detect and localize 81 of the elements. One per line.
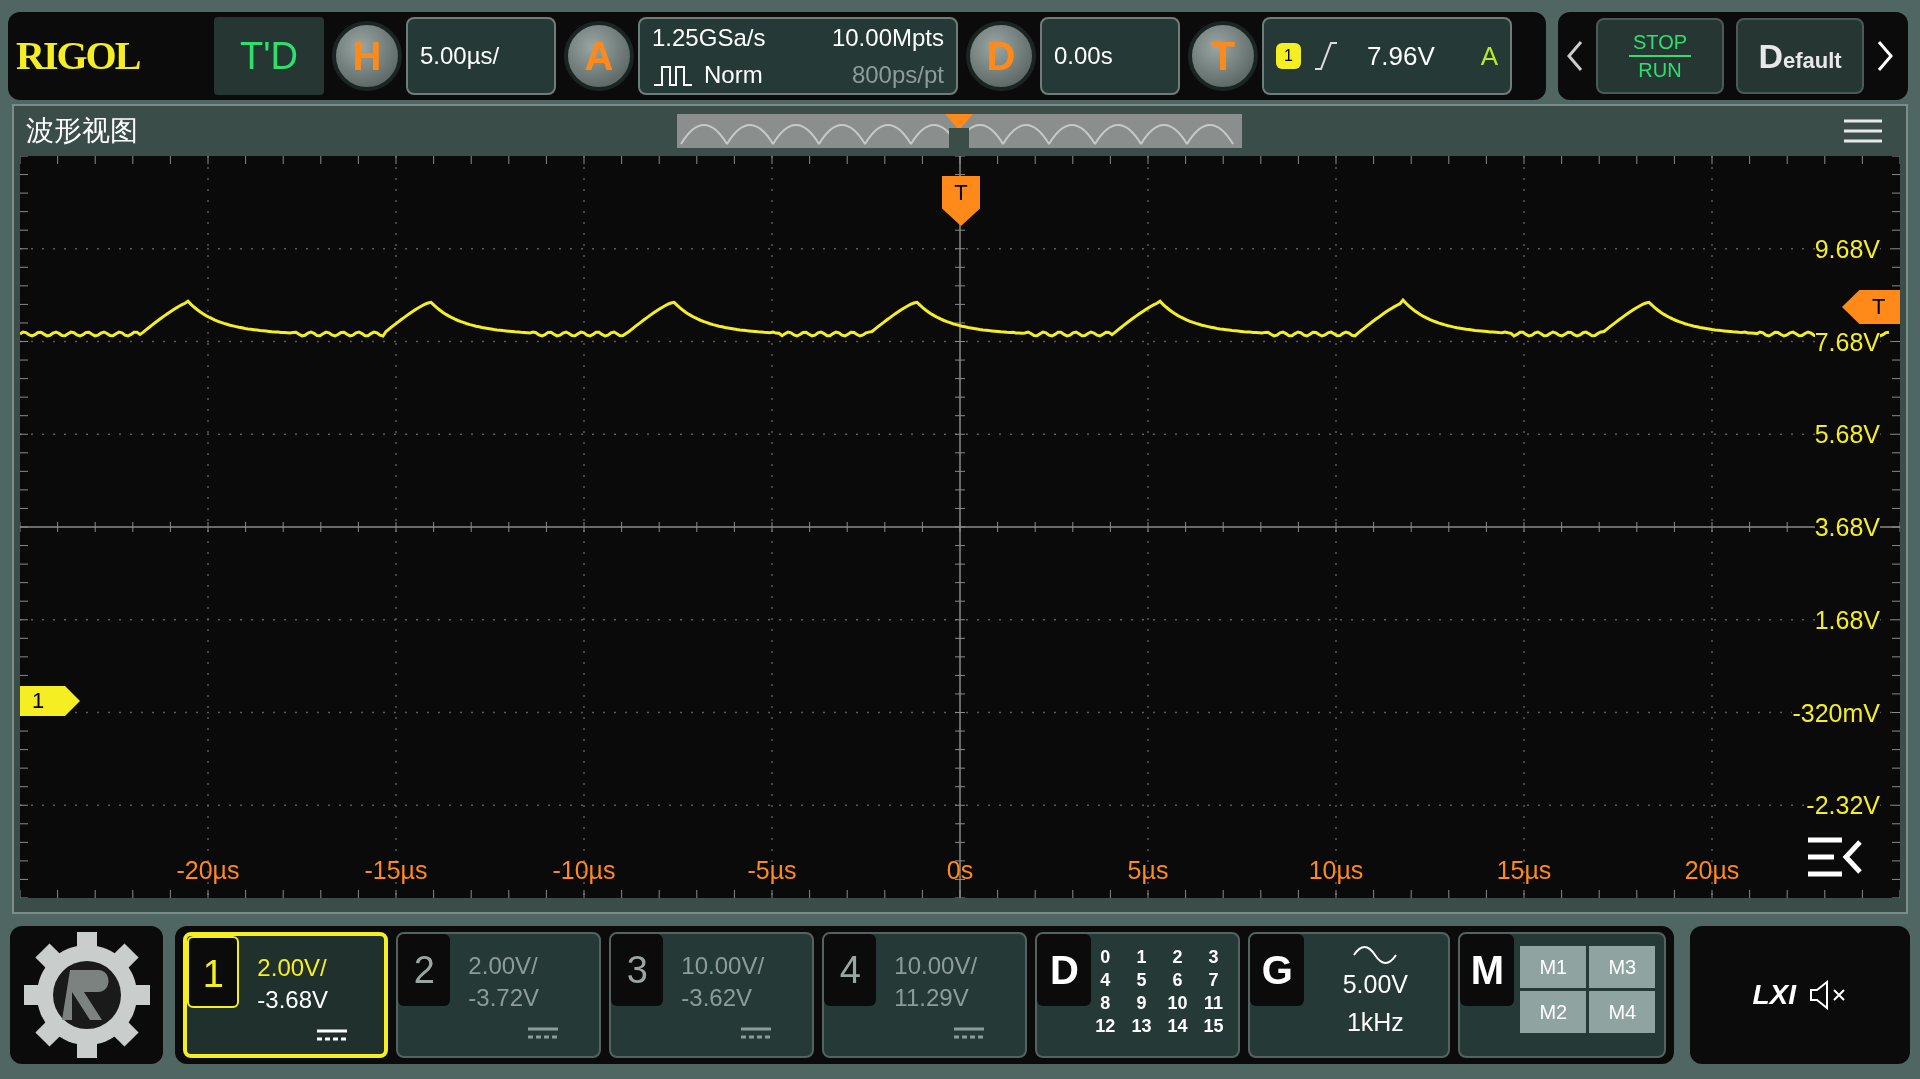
time-label: -20µs — [176, 858, 240, 883]
dc-coupling-icon — [317, 1028, 348, 1042]
channel-number: 1 — [187, 936, 240, 1008]
trigger-source: 1 — [1276, 43, 1301, 69]
digital-channel: 3 — [1207, 946, 1220, 969]
panel-label: D — [1037, 934, 1092, 1006]
sample-resolution: 800ps/pt — [850, 59, 944, 90]
time-label: 5µs — [1127, 858, 1169, 883]
panel-label: M — [1460, 934, 1515, 1006]
channel-panel[interactable]: 4 10.00V/ 11.29V — [822, 932, 1028, 1058]
digital-channel: 5 — [1135, 969, 1148, 992]
vertical-offset: -3.62V — [681, 983, 753, 1013]
timebase-field[interactable]: 5.00µs/ — [406, 17, 556, 95]
digital-channel: 12 — [1095, 1015, 1116, 1038]
mode-button[interactable]: T'D — [214, 17, 324, 95]
digital-channel: 13 — [1131, 1015, 1152, 1038]
vertical-offset: 11.29V — [894, 983, 969, 1013]
digital-channel: 6 — [1171, 969, 1184, 992]
digital-channel: 15 — [1203, 1015, 1224, 1038]
time-label: 0s — [946, 858, 974, 883]
digital-channel: 1 — [1135, 946, 1148, 969]
channel-number: 3 — [611, 934, 664, 1006]
collapse-menu-icon[interactable] — [1808, 836, 1864, 878]
vertical-scale: 2.00V/ — [257, 953, 327, 983]
vertical-scale: 2.00V/ — [468, 951, 538, 981]
digital-channel: 8 — [1099, 992, 1112, 1015]
time-label: 10µs — [1308, 858, 1364, 883]
rising-edge-icon — [1312, 41, 1339, 71]
panel-label: G — [1250, 934, 1305, 1006]
vertical-offset: -3.68V — [257, 985, 329, 1015]
channel-panel[interactable]: 2 2.00V/ -3.72V — [396, 932, 602, 1058]
brand-logo: RIGOL — [16, 32, 141, 80]
sweep-mode: A — [1480, 39, 1498, 73]
channel-marker[interactable]: 1 — [20, 686, 80, 716]
digital-channel: 10 — [1167, 992, 1188, 1015]
digital-channel: 14 — [1167, 1015, 1188, 1038]
panel-title: 波形视图 — [26, 114, 138, 148]
trigger-panel[interactable]: 1 7.96V A — [1262, 17, 1512, 95]
sample-rate: 1.25GSa/s — [652, 22, 767, 53]
default-button[interactable]: Default — [1736, 18, 1864, 94]
time-label: -10µs — [552, 858, 616, 883]
digital-channel: 9 — [1135, 992, 1148, 1015]
digital-panel[interactable]: D 0 1 2 3 4 5 6 7 8 9 10 11 12 13 14 15 — [1035, 932, 1241, 1058]
next-icon[interactable] — [1876, 39, 1894, 73]
delay-field[interactable]: 0.00s — [1040, 17, 1180, 95]
digital-channel: 4 — [1099, 969, 1112, 992]
digital-channel: 11 — [1203, 992, 1224, 1015]
time-label: 15µs — [1496, 858, 1552, 883]
channel-number: 2 — [398, 934, 451, 1006]
vertical-offset: -3.72V — [468, 983, 540, 1013]
acquire-panel[interactable]: 1.25GSa/s 10.00Mpts Norm 800ps/pt — [638, 17, 958, 95]
dc-coupling-icon — [528, 1026, 559, 1040]
channel-number: 4 — [824, 934, 877, 1006]
lxi-label: LXI — [1752, 978, 1796, 1012]
acquire-mode: Norm — [704, 59, 763, 90]
vertical-scale: 10.00V/ — [894, 951, 978, 981]
generator-amplitude: 5.00V — [1342, 969, 1409, 1000]
sine-wave-icon — [1352, 944, 1399, 966]
previous-icon[interactable] — [1566, 39, 1584, 73]
time-label: 20µs — [1684, 858, 1740, 883]
mute-icon[interactable] — [1807, 980, 1848, 1010]
gear-logo-icon[interactable] — [21, 930, 152, 1060]
digital-channel: 0 — [1099, 946, 1112, 969]
dc-coupling-icon — [741, 1026, 772, 1040]
trigger-level-marker[interactable]: T — [1842, 290, 1900, 324]
channel-panel[interactable]: 1 2.00V/ -3.68V — [183, 932, 389, 1058]
time-label: -15µs — [364, 858, 428, 883]
dc-coupling-icon — [954, 1026, 985, 1040]
digital-channel: 7 — [1207, 969, 1220, 992]
generator-frequency: 1kHz — [1346, 1006, 1404, 1038]
generator-panel[interactable]: G 5.00V 1kHz — [1248, 932, 1451, 1058]
run-stop-button[interactable]: STOP RUN — [1596, 18, 1724, 94]
trigger-position-marker[interactable]: T — [942, 176, 980, 226]
menu-icon[interactable] — [1844, 118, 1882, 144]
trigger-level: 7.96V — [1366, 39, 1435, 73]
time-label: -5µs — [747, 858, 797, 883]
memory-depth: 10.00Mpts — [830, 22, 944, 53]
channel-panel[interactable]: 3 10.00V/ -3.62V — [609, 932, 815, 1058]
digital-channel: 2 — [1171, 946, 1184, 969]
vertical-scale: 10.00V/ — [681, 951, 765, 981]
waveform-overview[interactable] — [677, 114, 1242, 148]
